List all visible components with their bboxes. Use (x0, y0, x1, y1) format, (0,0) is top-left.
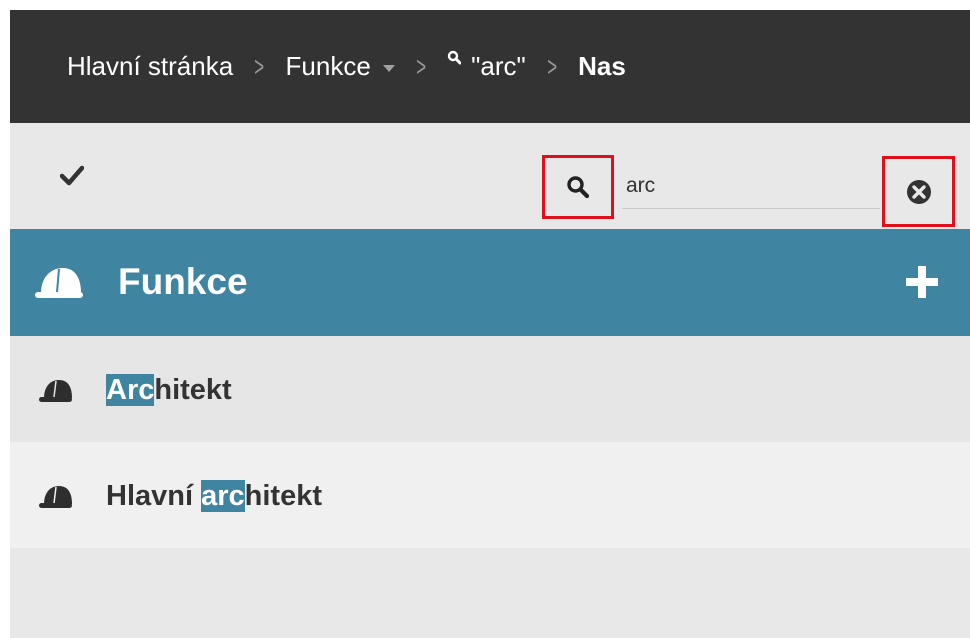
app-frame: Hlavní stránka > Funkce > "arc" > Nas ar… (10, 10, 970, 638)
plus-icon[interactable] (904, 264, 940, 300)
breadcrumb-current: Nas (578, 51, 626, 81)
checkmark-icon[interactable] (60, 163, 84, 187)
clear-search-button[interactable] (882, 156, 955, 227)
hard-hat-icon (39, 486, 72, 508)
hard-hat-icon (39, 380, 72, 402)
list-item[interactable]: Hlavní architekt (10, 442, 970, 548)
breadcrumb-search[interactable]: "arc" (447, 50, 526, 82)
caret-down-icon[interactable] (382, 64, 395, 72)
search-icon (567, 176, 590, 199)
breadcrumb-separator: > (254, 50, 265, 82)
panel-title: Funkce (118, 261, 248, 302)
search-button[interactable] (542, 155, 614, 219)
breadcrumb-home[interactable]: Hlavní stránka (67, 51, 233, 82)
list-item-label: Hlavní architekt (106, 478, 322, 514)
hard-hat-icon (35, 268, 83, 298)
breadcrumb-separator: > (416, 50, 426, 82)
search-match-highlight: arc (201, 480, 245, 512)
toolbar (10, 123, 970, 229)
list-item-suffix: hitekt (154, 374, 232, 406)
search-icon (447, 50, 462, 64)
breadcrumb-separator: > (547, 50, 557, 82)
clear-circle-icon (906, 179, 931, 204)
breadcrumb-search-label: "arc" (471, 51, 526, 81)
breadcrumb-functions-label: Funkce (285, 51, 371, 81)
search-match-highlight: Arc (106, 374, 155, 406)
list-item-suffix: hitekt (244, 480, 322, 512)
search-input[interactable] (622, 163, 880, 209)
panel-header: Funkce (10, 229, 970, 336)
list-item-label: Architekt (106, 372, 232, 408)
breadcrumb: Hlavní stránka > Funkce > "arc" > Nas (10, 10, 970, 123)
list-item-prefix: Hlavní (106, 480, 202, 512)
list-item[interactable]: Architekt (10, 336, 970, 442)
breadcrumb-functions[interactable]: Funkce (286, 51, 395, 82)
